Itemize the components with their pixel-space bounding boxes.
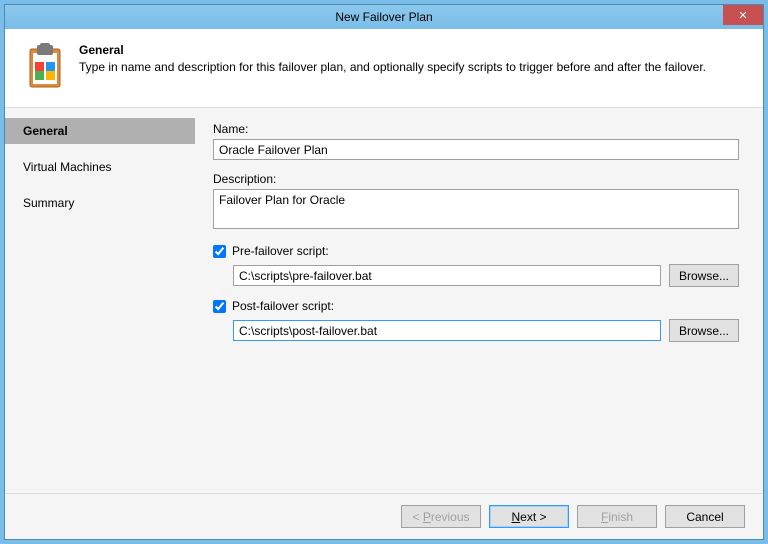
pre-failover-browse-button[interactable]: Browse... bbox=[669, 264, 739, 287]
clipboard-icon bbox=[21, 43, 69, 91]
wizard-window: New Failover Plan ✕ General Type in name… bbox=[4, 4, 764, 540]
wizard-body: General Virtual Machines Summary Name: D… bbox=[5, 108, 763, 493]
titlebar: New Failover Plan ✕ bbox=[5, 5, 763, 29]
wizard-footer: < Previous Next > Finish Cancel bbox=[5, 493, 763, 539]
post-failover-browse-button[interactable]: Browse... bbox=[669, 319, 739, 342]
post-failover-path-input[interactable] bbox=[233, 320, 661, 341]
wizard-main: Name: Description: Failover Plan for Ora… bbox=[195, 108, 763, 493]
sidebar-item-label: General bbox=[23, 124, 68, 138]
description-group: Description: Failover Plan for Oracle bbox=[213, 172, 739, 232]
header-subtitle: Type in name and description for this fa… bbox=[79, 60, 706, 74]
name-group: Name: bbox=[213, 122, 739, 160]
sidebar-item-virtual-machines[interactable]: Virtual Machines bbox=[5, 154, 195, 180]
name-label: Name: bbox=[213, 122, 739, 136]
pre-failover-checkbox[interactable] bbox=[213, 245, 226, 258]
pre-failover-path-input[interactable] bbox=[233, 265, 661, 286]
wizard-sidebar: General Virtual Machines Summary bbox=[5, 108, 195, 493]
description-label: Description: bbox=[213, 172, 739, 186]
name-input[interactable] bbox=[213, 139, 739, 160]
finish-button: Finish bbox=[577, 505, 657, 528]
wizard-header: General Type in name and description for… bbox=[5, 29, 763, 108]
pre-failover-label: Pre-failover script: bbox=[232, 244, 329, 258]
window-title: New Failover Plan bbox=[5, 10, 763, 24]
next-button[interactable]: Next > bbox=[489, 505, 569, 528]
header-text: General Type in name and description for… bbox=[79, 43, 706, 91]
post-failover-label: Post-failover script: bbox=[232, 299, 334, 313]
post-failover-checkbox[interactable] bbox=[213, 300, 226, 313]
sidebar-item-label: Virtual Machines bbox=[23, 160, 112, 174]
sidebar-item-summary[interactable]: Summary bbox=[5, 190, 195, 216]
sidebar-item-label: Summary bbox=[23, 196, 74, 210]
previous-button: < Previous bbox=[401, 505, 481, 528]
header-title: General bbox=[79, 43, 706, 57]
cancel-button[interactable]: Cancel bbox=[665, 505, 745, 528]
sidebar-item-general[interactable]: General bbox=[5, 118, 195, 144]
pre-failover-group: Pre-failover script: Browse... bbox=[213, 244, 739, 287]
post-failover-group: Post-failover script: Browse... bbox=[213, 299, 739, 342]
close-button[interactable]: ✕ bbox=[723, 5, 763, 25]
close-icon: ✕ bbox=[738, 9, 747, 22]
description-input[interactable]: Failover Plan for Oracle bbox=[213, 189, 739, 229]
